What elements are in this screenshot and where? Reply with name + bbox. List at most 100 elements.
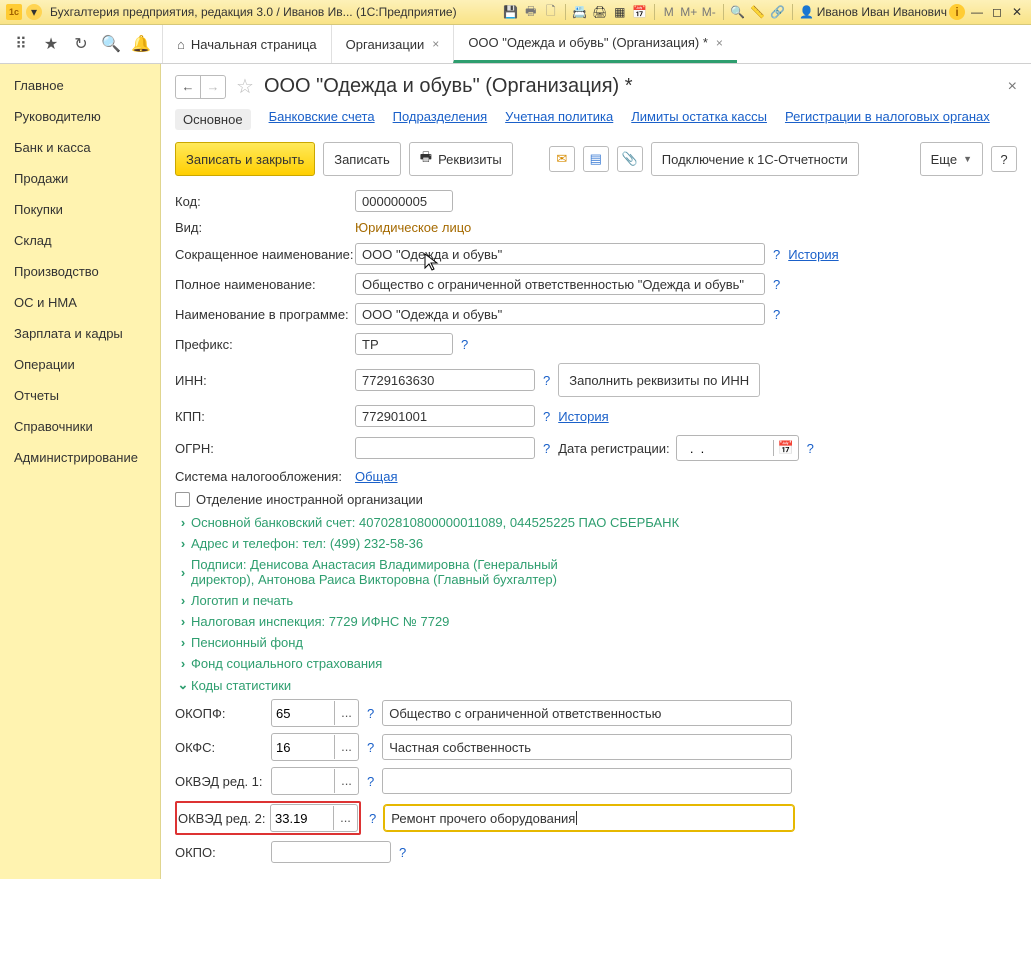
sidebar-item-stock[interactable]: Склад	[0, 225, 160, 256]
close-window-icon[interactable]: ✕	[1009, 4, 1025, 20]
history-icon[interactable]: ↻	[68, 31, 94, 57]
okved2-input[interactable]: ...	[270, 804, 358, 832]
sidebar-item-main[interactable]: Главное	[0, 70, 160, 101]
help-icon[interactable]: ?	[399, 845, 406, 860]
tab-home[interactable]: ⌂ Начальная страница	[162, 25, 331, 63]
okved1-desc[interactable]	[382, 768, 792, 794]
help-icon[interactable]: ?	[367, 706, 374, 721]
calendar-icon[interactable]: 📅	[773, 440, 798, 456]
code-input[interactable]	[355, 190, 453, 212]
sidebar-item-purchases[interactable]: Покупки	[0, 194, 160, 225]
sidebar-item-refs[interactable]: Справочники	[0, 411, 160, 442]
ogrn-input[interactable]	[355, 437, 535, 459]
favorite-star-icon[interactable]: ☆	[236, 74, 254, 99]
tab-organizations[interactable]: Организации ×	[331, 25, 454, 63]
sidebar-item-hr[interactable]: Зарплата и кадры	[0, 318, 160, 349]
help-icon[interactable]: ?	[367, 740, 374, 755]
save-close-button[interactable]: Записать и закрыть	[175, 142, 315, 176]
bell-icon[interactable]: 🔔	[128, 31, 154, 57]
sidebar-item-assets[interactable]: ОС и НМА	[0, 287, 160, 318]
mminus-icon[interactable]: M-	[701, 4, 717, 20]
subtab-limits[interactable]: Лимиты остатка кассы	[631, 109, 767, 130]
okfs-input[interactable]: ...	[271, 733, 359, 761]
save-icon[interactable]: 💾	[503, 4, 519, 20]
sidebar-item-manager[interactable]: Руководителю	[0, 101, 160, 132]
close-page-icon[interactable]: ×	[1008, 78, 1017, 96]
picker-icon[interactable]: ...	[334, 735, 358, 759]
attach-button[interactable]: 📎	[617, 146, 643, 172]
tax-system-link[interactable]: Общая	[355, 469, 398, 484]
search-icon[interactable]: 🔍	[98, 31, 124, 57]
history-link[interactable]: История	[558, 409, 608, 424]
help-icon[interactable]: ?	[369, 811, 376, 826]
more-button[interactable]: Еще▼	[920, 142, 983, 176]
inn-input[interactable]	[355, 369, 535, 391]
subtab-policy[interactable]: Учетная политика	[505, 109, 613, 130]
sidebar-item-operations[interactable]: Операции	[0, 349, 160, 380]
prog-name-input[interactable]	[355, 303, 765, 325]
fill-by-inn-button[interactable]: Заполнить реквизиты по ИНН	[558, 363, 760, 397]
short-name-input[interactable]	[355, 243, 765, 265]
help-icon[interactable]: ?	[807, 441, 814, 456]
mail-button[interactable]: ✉	[549, 146, 575, 172]
expander-stat-codes[interactable]: ⌄Коды статистики	[175, 677, 1017, 693]
connect-1c-button[interactable]: Подключение к 1С-Отчетности	[651, 142, 859, 176]
sidebar-item-admin[interactable]: Администрирование	[0, 442, 160, 473]
sidebar-item-reports[interactable]: Отчеты	[0, 380, 160, 411]
expander-signatures[interactable]: ›Подписи: Денисова Анастасия Владимировн…	[175, 557, 1017, 587]
help-icon[interactable]: ?	[543, 409, 550, 424]
okopf-input[interactable]: ...	[271, 699, 359, 727]
nav-back-button[interactable]: ←	[176, 76, 200, 98]
foreign-checkbox[interactable]	[175, 492, 190, 507]
mplus-icon[interactable]: M+	[681, 4, 697, 20]
expander-bank[interactable]: ›Основной банковский счет: 4070281080000…	[175, 515, 1017, 530]
maximize-icon[interactable]: ◻	[989, 4, 1005, 20]
expander-logo[interactable]: ›Логотип и печать	[175, 593, 1017, 608]
help-icon[interactable]: ?	[773, 277, 780, 292]
regdate-input[interactable]: 📅	[676, 435, 799, 461]
help-icon[interactable]: ?	[543, 441, 550, 456]
help-icon[interactable]: ?	[773, 247, 780, 262]
sidebar-item-production[interactable]: Производство	[0, 256, 160, 287]
okved2-desc[interactable]: Ремонт прочего оборудования	[384, 805, 794, 831]
full-name-input[interactable]	[355, 273, 765, 295]
favorite-icon[interactable]: ★	[38, 31, 64, 57]
preview-icon[interactable]: 🗋	[543, 4, 559, 20]
subtab-bank[interactable]: Банковские счета	[269, 109, 375, 130]
minimize-icon[interactable]: —	[969, 4, 985, 20]
picker-icon[interactable]: ...	[333, 806, 357, 830]
help-icon[interactable]: ?	[461, 337, 468, 352]
info-icon[interactable]: i	[949, 4, 965, 20]
link-icon[interactable]: 🔗	[770, 4, 786, 20]
expander-tax[interactable]: ›Налоговая инспекция: 7729 ИФНС № 7729	[175, 614, 1017, 629]
prefix-input[interactable]	[355, 333, 453, 355]
apps-icon[interactable]: ⠿	[8, 31, 34, 57]
okfs-desc[interactable]: Частная собственность	[382, 734, 792, 760]
expander-address[interactable]: ›Адрес и телефон: тел: (499) 232-58-36	[175, 536, 1017, 551]
zoom-icon[interactable]: 🔍	[730, 4, 746, 20]
subtab-reg[interactable]: Регистрации в налоговых органах	[785, 109, 990, 130]
history-link[interactable]: История	[788, 247, 838, 262]
okved1-input[interactable]: ...	[271, 767, 359, 795]
expander-pension[interactable]: ›Пенсионный фонд	[175, 635, 1017, 650]
grid-icon[interactable]: ▦	[612, 4, 628, 20]
sidebar-item-sales[interactable]: Продажи	[0, 163, 160, 194]
expander-social[interactable]: ›Фонд социального страхования	[175, 656, 1017, 671]
picker-icon[interactable]: ...	[334, 769, 358, 793]
save-button[interactable]: Записать	[323, 142, 401, 176]
ruler-icon[interactable]: 📏	[750, 4, 766, 20]
doc-button[interactable]: ▤	[583, 146, 609, 172]
print-icon[interactable]: 🖶	[523, 4, 539, 20]
close-icon[interactable]: ×	[432, 37, 439, 51]
nav-fwd-button[interactable]: →	[200, 76, 225, 98]
help-button[interactable]: ?	[991, 146, 1017, 172]
dropdown-icon[interactable]: ▾	[26, 4, 42, 20]
requisites-button[interactable]: 🖶Реквизиты	[409, 142, 513, 176]
okopf-desc[interactable]: Общество с ограниченной ответственностью	[382, 700, 792, 726]
help-icon[interactable]: ?	[543, 373, 550, 388]
print2-icon[interactable]: 🖨	[592, 4, 608, 20]
m-icon[interactable]: M	[661, 4, 677, 20]
subtab-main[interactable]: Основное	[175, 109, 251, 130]
calendar-icon[interactable]: 📅	[632, 4, 648, 20]
subtab-dept[interactable]: Подразделения	[393, 109, 488, 130]
